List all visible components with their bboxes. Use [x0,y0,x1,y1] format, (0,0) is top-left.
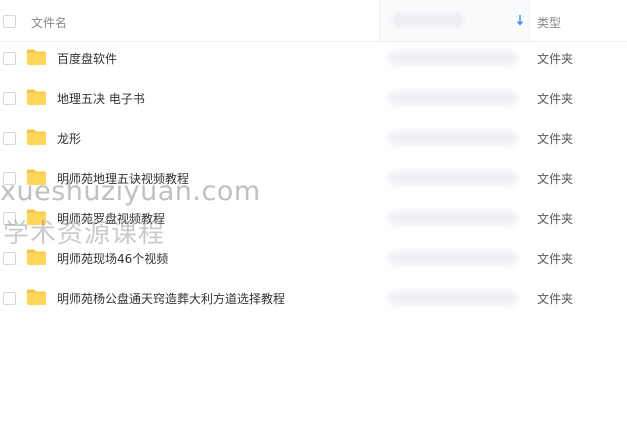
file-type: 文件夹 [537,132,574,146]
column-header-size[interactable] [379,0,530,41]
column-header-name[interactable]: 文件名 [31,14,67,31]
select-all-checkbox[interactable] [3,15,16,28]
sort-arrow-icon[interactable] [516,14,524,26]
file-row[interactable]: 明师苑杨公盘通天窍造葬大利方道选择教程 文件夹 [0,279,627,319]
blurred-size [388,131,518,145]
folder-icon [27,289,46,305]
file-type: 文件夹 [537,172,574,186]
blurred-size [388,171,518,185]
file-name[interactable]: 明师苑现场46个视频 [57,250,168,267]
folder-icon [27,89,46,105]
row-checkbox[interactable] [3,252,16,265]
column-header-type[interactable]: 类型 [537,14,561,31]
folder-icon [27,129,46,145]
folder-icon [27,249,46,265]
blurred-size [388,91,518,105]
row-checkbox[interactable] [3,292,16,305]
row-checkbox[interactable] [3,52,16,65]
file-type: 文件夹 [537,52,574,66]
file-row[interactable]: 百度盘软件 文件夹 [0,39,627,79]
file-type: 文件夹 [537,212,574,226]
file-type: 文件夹 [537,252,574,266]
blurred-header-label [392,13,464,27]
list-header: 文件名 类型 [0,0,627,42]
folder-icon [27,49,46,65]
file-row[interactable]: 地理五决 电子书 文件夹 [0,79,627,119]
row-checkbox[interactable] [3,132,16,145]
file-name[interactable]: 地理五决 电子书 [57,90,145,107]
blurred-size [388,211,518,225]
file-type: 文件夹 [537,92,574,106]
watermark-url: xueshuziyuan.com [0,176,261,207]
watermark-text: 学术资源课程 [3,219,166,249]
file-name[interactable]: 龙形 [57,130,81,147]
file-type: 文件夹 [537,292,574,306]
blurred-size [388,251,518,265]
blurred-size [388,291,518,305]
file-name[interactable]: 明师苑杨公盘通天窍造葬大利方道选择教程 [57,290,285,307]
row-checkbox[interactable] [3,92,16,105]
file-name[interactable]: 百度盘软件 [57,50,117,67]
blurred-size [388,51,518,65]
file-row[interactable]: 龙形 文件夹 [0,119,627,159]
file-list-view: 文件名 类型 百度盘软件 文件夹 地理五决 电子书 文件夹 龙形 文件夹 明师苑… [0,0,627,421]
